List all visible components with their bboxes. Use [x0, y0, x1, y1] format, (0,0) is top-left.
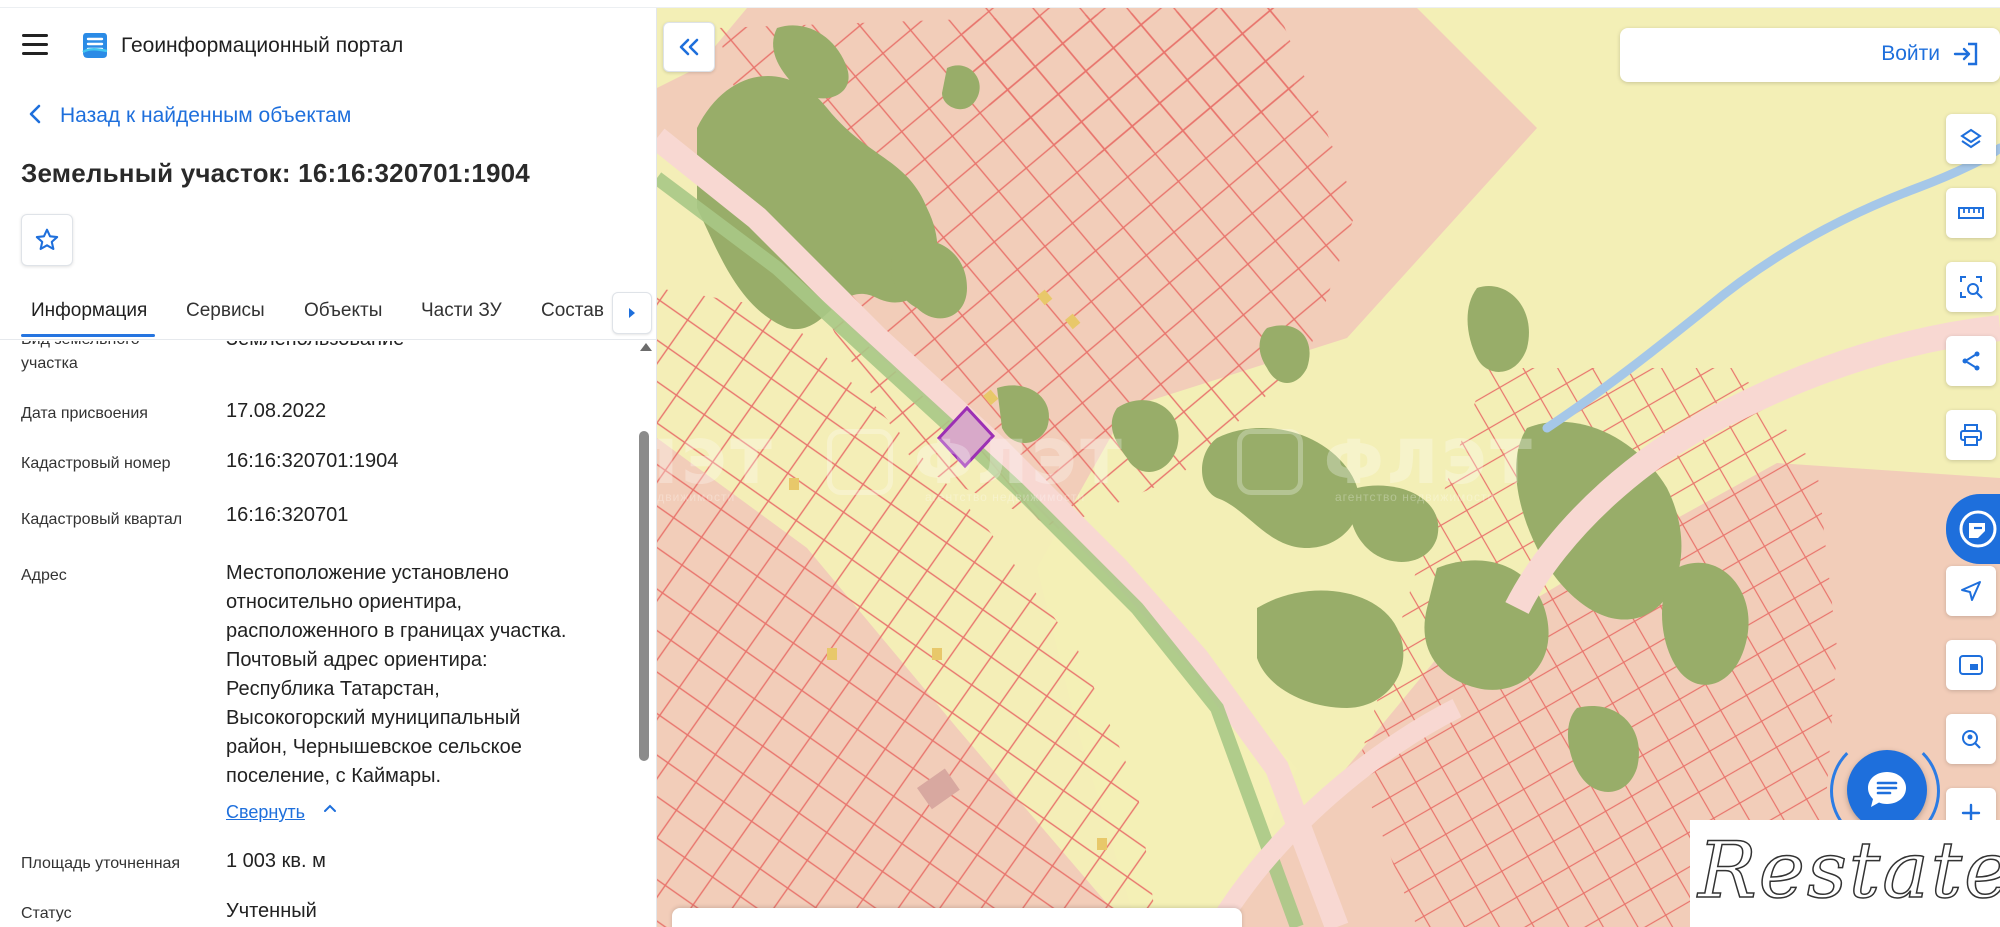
print-icon: [1960, 424, 1982, 446]
panel-scrollbar[interactable]: [637, 339, 653, 927]
bottom-card[interactable]: [672, 908, 1242, 927]
active-tab-indicator: [21, 334, 155, 337]
restate-wordmark: Restate: [1697, 825, 2000, 917]
field-label-type: Вид земельного: [21, 341, 140, 351]
minimap-button[interactable]: [1946, 640, 1996, 690]
info-panel: Геоинформационный портал Назад к найденн…: [0, 0, 657, 927]
restate-logo: Restate: [1690, 820, 2000, 927]
layers-button[interactable]: [1946, 114, 1996, 164]
map-layer: [657, 8, 2000, 927]
collapse-link[interactable]: Свернуть: [226, 802, 305, 823]
field-value-area: 1 003 кв. м: [226, 850, 326, 872]
print-button[interactable]: [1946, 410, 1996, 460]
field-value-address-5: Республика Татарстан,: [226, 678, 440, 700]
field-value-cadnum: 16:16:320701:1904: [226, 450, 399, 472]
field-label-address: Адрес: [21, 567, 67, 584]
location-search-icon: [1962, 730, 1981, 749]
navigate-icon: [1961, 581, 1981, 601]
brand-icon: [1959, 510, 1997, 548]
scroll-thumb[interactable]: [639, 431, 649, 761]
login-arrow-icon: [1953, 42, 1978, 66]
ruler-icon: [1958, 207, 1984, 219]
tab-services[interactable]: Сервисы: [186, 300, 265, 322]
share-icon: [1962, 351, 1980, 371]
navigate-button[interactable]: [1946, 566, 1996, 616]
ruler-button[interactable]: [1946, 188, 1996, 238]
select-area-button[interactable]: [1946, 262, 1996, 312]
info-content: Вид земельного участка Землепользование …: [0, 341, 640, 927]
chat-icon: [1868, 772, 1906, 807]
favorite-button[interactable]: [21, 214, 73, 266]
chevron-up-icon[interactable]: [322, 800, 338, 816]
hamburger-icon[interactable]: [22, 34, 48, 56]
location-search-button[interactable]: [1946, 714, 1996, 764]
tab-bar: Информация Сервисы Объекты Части ЗУ Сост…: [0, 290, 656, 340]
field-label-status: Статус: [21, 905, 72, 922]
tab-composition[interactable]: Состав: [541, 300, 604, 322]
double-chevron-left-icon: [679, 38, 699, 56]
chat-button[interactable]: [1847, 750, 1927, 830]
portal-title: Геоинформационный портал: [121, 34, 404, 57]
back-link-label: Назад к найденным объектам: [60, 104, 352, 127]
map-canvas[interactable]: ФЛЭТ агентство недвижимости ФЛЭТ агентст…: [657, 8, 2000, 927]
field-value-type: Землепользование: [226, 341, 404, 354]
minimap-icon: [1959, 655, 1983, 675]
portal-logo-icon: [82, 33, 108, 58]
field-value-address-3: расположенного в границах участка.: [226, 620, 567, 642]
field-value-address-1: Местоположение установлено: [226, 562, 509, 584]
field-value-status: Учтенный: [226, 900, 317, 922]
field-value-address-7: район, Чернышевское сельское: [226, 736, 522, 758]
layers-icon: [1960, 128, 1982, 149]
login-bar: Войти: [1620, 28, 2000, 82]
chevron-left-icon: [28, 104, 42, 128]
field-label-cadnum: Кадастровый номер: [21, 455, 171, 472]
field-value-date: 17.08.2022: [226, 400, 327, 422]
back-link[interactable]: Назад к найденным объектам: [28, 104, 351, 128]
tab-information[interactable]: Информация: [31, 300, 147, 322]
field-label-date: Дата присвоения: [21, 405, 148, 422]
field-value-quarter: 16:16:320701: [226, 504, 349, 526]
tab-parts[interactable]: Части ЗУ: [421, 300, 502, 322]
page-title: Земельный участок: 16:16:320701:1904: [21, 158, 530, 188]
select-area-icon: [1960, 276, 1983, 299]
field-value-address-4: Почтовый адрес ориентира:: [226, 649, 488, 671]
login-button[interactable]: Войти: [1881, 41, 1980, 67]
field-value-address-2: относительно ориентира,: [226, 591, 463, 613]
field-value-address-8: поселение, с Каймары.: [226, 765, 442, 787]
login-label: Войти: [1881, 42, 1940, 65]
top-bar: [0, 0, 2000, 8]
field-label-area: Площадь уточненная: [21, 855, 181, 872]
field-label-type-cont: участка: [21, 355, 78, 372]
app-header: Геоинформационный портал: [0, 24, 656, 68]
share-button[interactable]: [1946, 336, 1996, 386]
star-icon: [35, 228, 59, 251]
tab-objects[interactable]: Объекты: [304, 300, 382, 322]
collapse-panel-button[interactable]: [663, 22, 715, 72]
caret-right-icon: [629, 308, 635, 318]
tabs-scroll-right-button[interactable]: [612, 292, 652, 334]
scroll-up-arrow[interactable]: [640, 343, 652, 351]
field-label-quarter: Кадастровый квартал: [21, 511, 183, 528]
field-value-address-6: Высокогорский муниципальный: [226, 707, 521, 729]
